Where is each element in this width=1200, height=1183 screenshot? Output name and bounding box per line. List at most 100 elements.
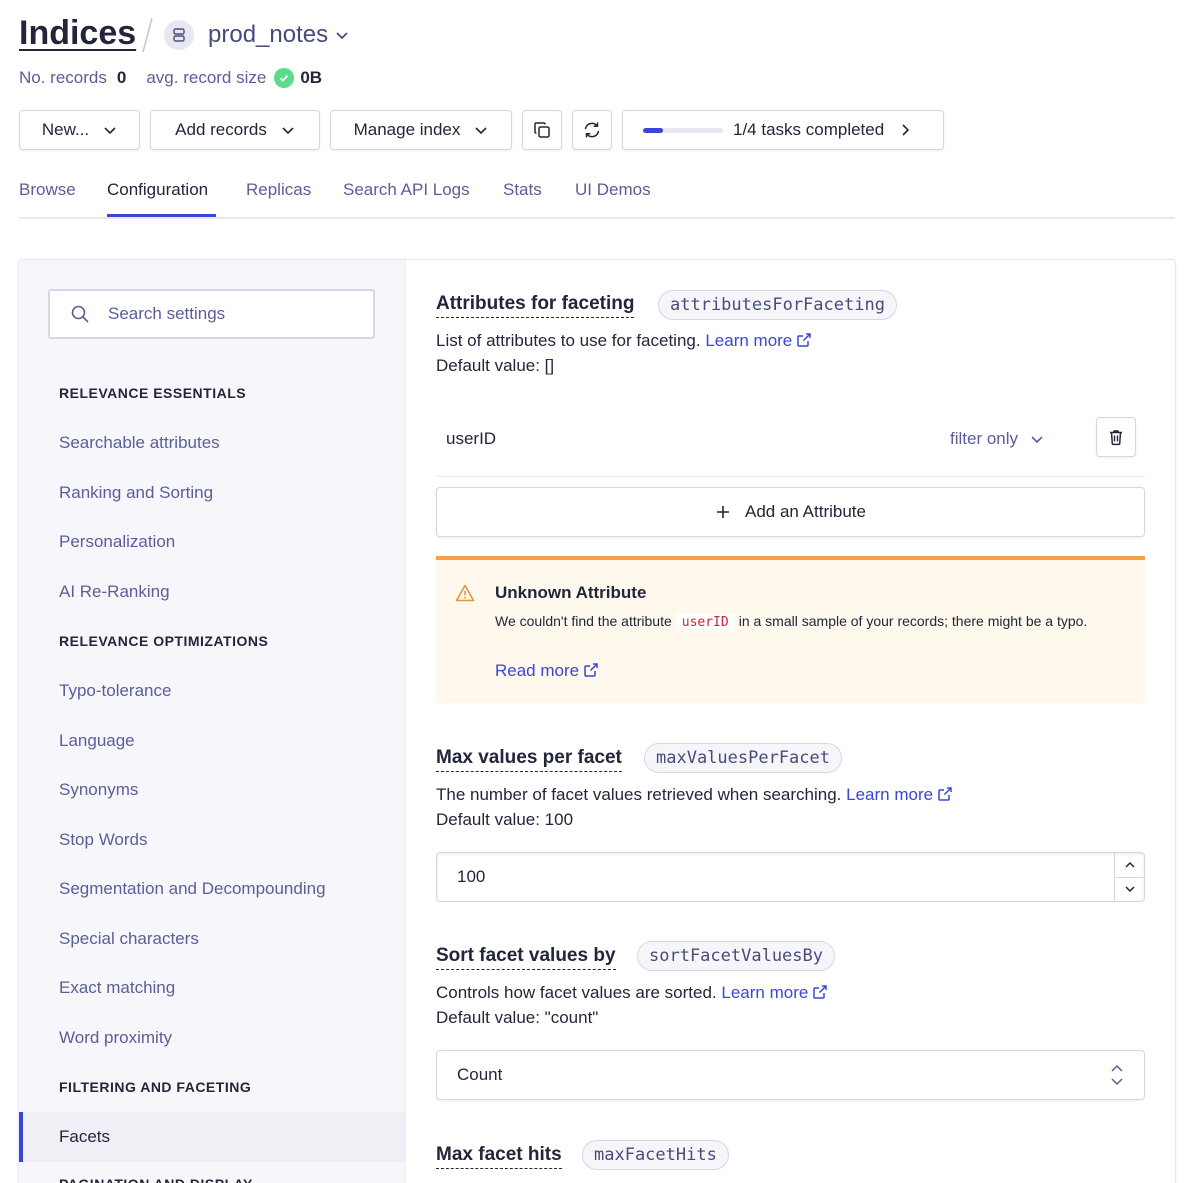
sidebar-item-language[interactable]: Language (59, 731, 135, 751)
sidebar-section-relevance-essentials: RELEVANCE ESSENTIALS (59, 385, 247, 401)
decrement-button[interactable] (1115, 878, 1144, 902)
warning-attribute-code: userID (675, 614, 735, 631)
max-values-per-facet-default: Default value: 100 (436, 810, 574, 829)
number-stepper[interactable] (1114, 853, 1144, 901)
tasks-progress-button[interactable]: 1/4 tasks completed (622, 110, 944, 150)
warning-title: Unknown Attribute (495, 583, 647, 602)
sidebar-section-pagination-and-display: PAGINATION AND DISPLAY (59, 1176, 253, 1183)
sidebar-item-typo-tolerance[interactable]: Typo-tolerance (59, 681, 171, 701)
learn-more-link[interactable]: Learn more (721, 983, 828, 1002)
attribute-row-divider (436, 476, 1145, 477)
tabs-divider (19, 217, 1175, 219)
learn-more-label: Learn more (705, 331, 793, 350)
max-facet-hits-key: maxFacetHits (582, 1140, 729, 1170)
sort-facet-values-by-default: Default value: "count" (436, 1008, 599, 1027)
tab-ui-demos[interactable]: UI Demos (575, 180, 651, 200)
trash-icon (1110, 430, 1122, 446)
sidebar-item-facets[interactable]: Facets (59, 1127, 110, 1147)
copy-button[interactable] (522, 110, 562, 150)
max-facet-hits-title[interactable]: Max facet hits (436, 1144, 562, 1169)
sidebar-item-synonyms[interactable]: Synonyms (59, 780, 138, 800)
max-values-per-facet-input[interactable]: 100 (436, 852, 1145, 902)
sidebar-section-relevance-optimizations: RELEVANCE OPTIMIZATIONS (59, 633, 269, 649)
new-button[interactable]: New... (19, 110, 140, 150)
attributes-for-faceting-title[interactable]: Attributes for faceting (436, 293, 635, 318)
size-label: avg. record size (146, 68, 267, 87)
tasks-progress-bar (643, 127, 723, 133)
warning-icon (455, 584, 475, 602)
refresh-button[interactable] (572, 110, 612, 150)
description-text: Controls how facet values are sorted. (436, 983, 717, 1002)
plus-icon (717, 506, 729, 518)
search-settings-field[interactable] (48, 289, 375, 339)
sort-facet-values-select[interactable]: Count (436, 1050, 1145, 1100)
sidebar-item-ai-re-ranking[interactable]: AI Re-Ranking (59, 582, 170, 602)
search-settings-input[interactable] (108, 304, 338, 324)
learn-more-label: Learn more (846, 785, 934, 804)
warning-text-before: We couldn't find the attribute (495, 613, 672, 629)
external-link-icon (584, 663, 598, 677)
learn-more-link[interactable]: Learn more (705, 331, 812, 350)
tab-browse[interactable]: Browse (19, 180, 76, 200)
max-values-per-facet-value[interactable]: 100 (437, 853, 1114, 901)
add-attribute-button[interactable]: Add an Attribute (436, 487, 1145, 537)
size-value: 0B (300, 68, 323, 87)
tab-stats[interactable]: Stats (503, 180, 542, 200)
sidebar-section-filtering-and-faceting: FILTERING AND FACETING (59, 1079, 252, 1095)
records-label: No. records (19, 68, 107, 87)
add-attribute-label: Add an Attribute (745, 502, 866, 521)
external-link-icon (797, 333, 812, 347)
tab-replicas[interactable]: Replicas (246, 180, 311, 200)
active-tab-indicator (107, 214, 216, 217)
max-values-per-facet-title[interactable]: Max values per facet (436, 747, 622, 772)
read-more-link[interactable]: Read more (495, 661, 599, 681)
read-more-label: Read more (495, 661, 580, 680)
index-stats: No. records 0 avg. record size 0B (19, 68, 322, 88)
tasks-progress-fill (643, 127, 663, 133)
sort-facet-values-by-key: sortFacetValuesBy (637, 941, 835, 971)
database-icon (164, 20, 194, 50)
sidebar-item-word-proximity[interactable]: Word proximity (59, 1028, 172, 1048)
description-text: List of attributes to use for faceting. (436, 331, 701, 350)
chevron-down-icon (475, 127, 487, 135)
learn-more-link[interactable]: Learn more (846, 785, 953, 804)
external-link-icon (813, 985, 828, 999)
tab-search-api-logs[interactable]: Search API Logs (343, 180, 470, 200)
sort-facet-values-by-title[interactable]: Sort facet values by (436, 945, 616, 970)
sidebar-item-personalization[interactable]: Personalization (59, 532, 175, 552)
warning-text-after: in a small sample of your records; there… (738, 613, 1088, 629)
sidebar-active-indicator (19, 1112, 23, 1162)
chevron-up-down-icon (1111, 1064, 1123, 1086)
facet-mode-label: filter only (950, 429, 1019, 448)
sidebar-item-ranking-and-sorting[interactable]: Ranking and Sorting (59, 483, 213, 503)
chevron-right-icon (902, 124, 910, 136)
sidebar-item-stop-words[interactable]: Stop Words (59, 830, 148, 850)
sidebar-item-segmentation[interactable]: Segmentation and Decompounding (59, 879, 326, 899)
search-icon (71, 305, 89, 323)
sidebar-item-searchable-attributes[interactable]: Searchable attributes (59, 433, 220, 453)
increment-button[interactable] (1115, 853, 1144, 878)
warning-text: We couldn't find the attribute userID in a… (495, 608, 1125, 636)
chevron-up-icon (1124, 861, 1135, 868)
attributes-for-faceting-key: attributesForFaceting (658, 290, 897, 320)
facet-mode-dropdown[interactable]: filter only (950, 429, 1044, 449)
tab-configuration[interactable]: Configuration (107, 180, 208, 200)
delete-attribute-button[interactable] (1096, 417, 1136, 457)
max-values-per-facet-key: maxValuesPerFacet (644, 743, 842, 773)
manage-index-label: Manage index (353, 120, 461, 139)
sidebar-item-special-characters[interactable]: Special characters (59, 929, 199, 949)
check-circle-icon (274, 68, 295, 88)
attributes-for-faceting-description: List of attributes to use for faceting. … (436, 331, 812, 351)
copy-icon (534, 122, 550, 138)
facet-attribute-name: userID (446, 429, 497, 448)
refresh-icon (584, 122, 600, 138)
manage-index-button[interactable]: Manage index (330, 110, 512, 150)
sort-facet-values-selected: Count (457, 1065, 503, 1084)
add-records-button[interactable]: Add records (150, 110, 320, 150)
page-title[interactable]: Indices (19, 14, 136, 53)
chevron-down-icon (104, 127, 116, 135)
index-selector[interactable]: prod_notes (208, 21, 328, 49)
chevron-down-icon[interactable] (334, 27, 350, 43)
learn-more-label: Learn more (721, 983, 809, 1002)
sidebar-item-exact-matching[interactable]: Exact matching (59, 978, 175, 998)
